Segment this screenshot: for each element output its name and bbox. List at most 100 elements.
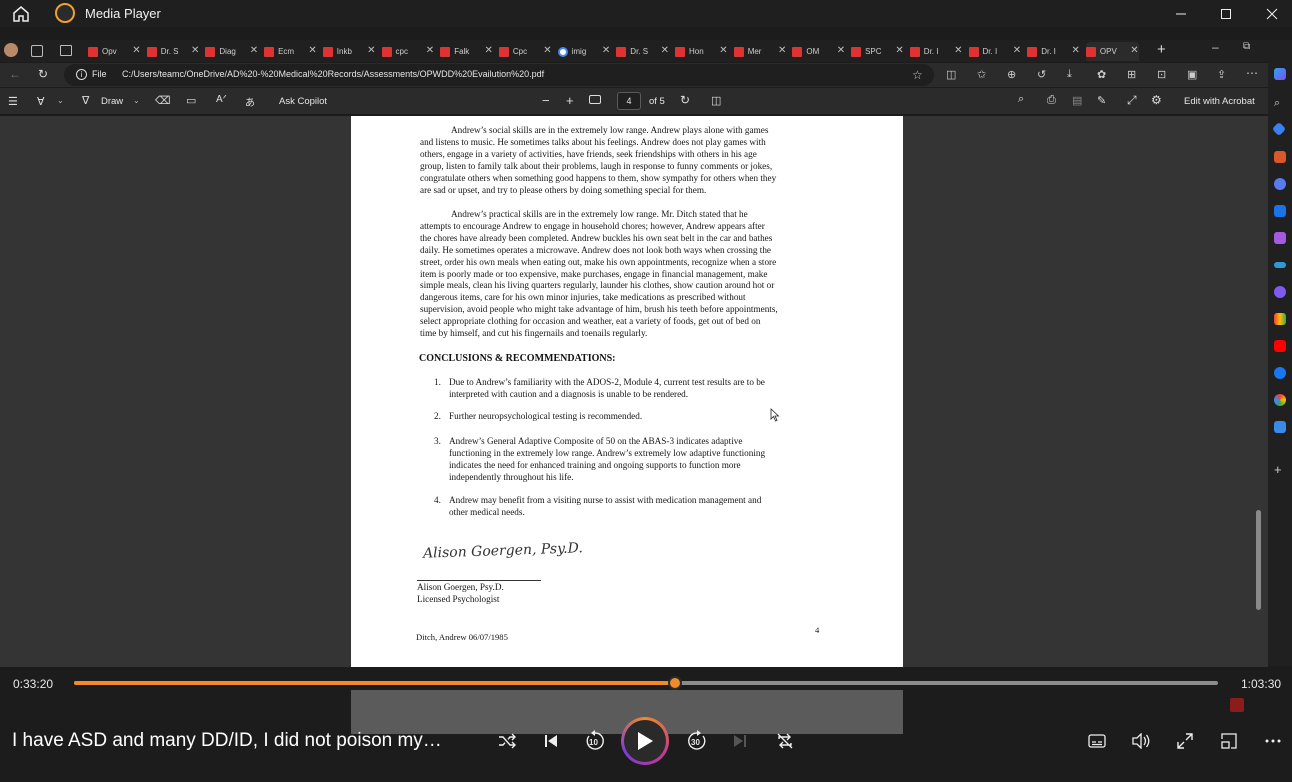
close-tab-icon[interactable]: ✕ [837, 45, 845, 56]
browser-tab[interactable]: SPC ✕ [851, 42, 904, 61]
browser-tab[interactable]: Opv ✕ [88, 42, 141, 61]
save-icon[interactable]: ▤ [1072, 94, 1082, 107]
browser-restore-button[interactable]: ⧉ [1243, 41, 1250, 52]
game-icon[interactable] [1274, 178, 1286, 190]
close-tab-icon[interactable]: ✕ [250, 45, 258, 56]
minimize-button[interactable] [1158, 0, 1204, 27]
new-tab-button[interactable]: + [1157, 41, 1166, 58]
highlight-icon[interactable]: ∀ [37, 95, 45, 108]
translate-icon[interactable]: あ [245, 94, 255, 109]
close-tab-icon[interactable]: ✕ [661, 45, 669, 56]
fullscreen-expand-icon[interactable] [1173, 729, 1197, 753]
fullscreen-icon[interactable]: ⤢ [1127, 93, 1137, 108]
repeat-icon[interactable] [773, 729, 797, 753]
close-tab-icon[interactable]: ✕ [426, 45, 434, 56]
browser-essentials-icon[interactable]: ▣ [1187, 68, 1197, 81]
toolbox-icon[interactable] [1274, 151, 1286, 163]
page-view-icon[interactable]: ◫ [711, 94, 721, 107]
vertical-scrollbar[interactable] [1256, 510, 1261, 610]
highlight-dropdown-icon[interactable]: ⌄ [57, 96, 64, 105]
maximize-button[interactable] [1203, 0, 1249, 27]
print-icon[interactable]: ⎙ [1047, 94, 1056, 107]
ask-copilot-button[interactable]: Ask Copilot [279, 96, 327, 107]
fit-page-icon[interactable] [589, 95, 601, 104]
screenshot-icon[interactable]: ⊡ [1157, 68, 1166, 81]
browser-tab[interactable]: Inkb ✕ [322, 42, 375, 61]
browser-minimize-button[interactable]: – [1212, 40, 1219, 54]
close-tab-icon[interactable]: ✕ [367, 45, 375, 56]
eraser-icon[interactable]: ⌫ [155, 94, 171, 107]
more-menu-icon[interactable]: ⋯ [1246, 66, 1258, 80]
more-options-icon[interactable] [1261, 729, 1285, 753]
draw-button[interactable]: Draw [101, 96, 123, 107]
next-icon[interactable] [728, 729, 752, 753]
apps-icon[interactable]: ⊞ [1127, 68, 1136, 81]
browser-tab[interactable]: Diag ✕ [205, 42, 258, 61]
browser-tab[interactable]: Dr. S ✕ [146, 42, 199, 61]
play-button[interactable] [621, 717, 669, 765]
facebook-icon[interactable] [1274, 367, 1286, 379]
close-tab-icon[interactable]: ✕ [132, 45, 140, 56]
contents-icon[interactable]: ☰ [8, 95, 18, 108]
browser-tab[interactable]: cpc ✕ [381, 42, 434, 61]
browser-tab[interactable]: Falk ✕ [440, 42, 493, 61]
browser-tab[interactable]: Dr. I ✕ [1027, 42, 1080, 61]
close-tab-icon[interactable]: ✕ [1013, 45, 1021, 56]
favorites-icon[interactable]: ✩ [977, 68, 986, 81]
browser-tab[interactable]: Dr. S ✕ [616, 42, 669, 61]
zoom-out-button[interactable]: − [542, 93, 550, 108]
messenger-icon[interactable] [1274, 286, 1286, 298]
browser-tab[interactable]: OPV ✕ [1085, 42, 1139, 61]
close-tab-icon[interactable]: ✕ [484, 45, 492, 56]
sidebar-search-icon[interactable]: ⌕ [1274, 97, 1280, 110]
search-icon[interactable]: ⌕ [1018, 93, 1024, 106]
google-icon[interactable] [1274, 394, 1286, 406]
mini-player-icon[interactable] [1217, 729, 1241, 753]
favorite-star-icon[interactable]: ☆ [912, 68, 923, 82]
close-tab-icon[interactable]: ✕ [602, 45, 610, 56]
skip-forward-button[interactable]: 30 [685, 729, 709, 753]
draw-icon[interactable]: ∇ [82, 94, 89, 107]
browser-tab[interactable]: Dr. I ✕ [968, 42, 1021, 61]
copilot-icon[interactable] [1274, 68, 1286, 80]
outlook-icon[interactable] [1274, 205, 1286, 217]
edit-with-acrobat-button[interactable]: Edit with Acrobat [1184, 96, 1255, 107]
designer-icon[interactable] [1274, 232, 1286, 244]
workspaces-icon[interactable] [31, 45, 43, 57]
gmail-icon[interactable] [1274, 313, 1286, 325]
zoom-in-button[interactable]: + [566, 93, 574, 108]
browser-tab[interactable]: Ecm ✕ [264, 42, 317, 61]
close-tab-icon[interactable]: ✕ [1130, 45, 1138, 56]
skip-back-button[interactable]: 10 [583, 729, 607, 753]
browser-tab[interactable]: Cpc ✕ [498, 42, 552, 61]
sidebar-add-icon[interactable]: + [1274, 462, 1282, 477]
calendar-icon[interactable] [1274, 421, 1286, 433]
back-icon[interactable]: ← [9, 67, 21, 81]
previous-icon[interactable] [539, 729, 563, 753]
close-tab-icon[interactable]: ✕ [191, 45, 199, 56]
share-icon[interactable]: ⇪ [1217, 68, 1226, 81]
close-tab-icon[interactable]: ✕ [778, 45, 786, 56]
close-tab-icon[interactable]: ✕ [308, 45, 316, 56]
home-icon[interactable] [12, 5, 30, 23]
browser-tab[interactable]: Hon ✕ [675, 42, 728, 61]
split-screen-icon[interactable]: ◫ [946, 68, 956, 81]
read-aloud-icon[interactable]: Aᐟ [216, 94, 227, 105]
tab-actions-icon[interactable] [60, 45, 72, 56]
captions-icon[interactable] [1085, 729, 1109, 753]
browser-tab[interactable]: imig ✕ [557, 42, 610, 61]
settings-gear-icon[interactable]: ⚙ [1151, 93, 1162, 107]
draw-dropdown-icon[interactable]: ⌄ [133, 96, 140, 105]
downloads-icon[interactable]: ⤓ [1067, 68, 1072, 81]
acrobat-icon[interactable] [1230, 698, 1244, 712]
history-icon[interactable]: ↺ [1037, 68, 1046, 81]
browser-tab[interactable]: OM ✕ [792, 42, 845, 61]
browser-tab[interactable]: Mer ✕ [733, 42, 786, 61]
close-tab-icon[interactable]: ✕ [543, 45, 551, 56]
close-tab-icon[interactable]: ✕ [1071, 45, 1079, 56]
rotate-icon[interactable]: ↻ [680, 93, 690, 107]
close-button[interactable] [1249, 0, 1292, 27]
close-tab-icon[interactable]: ✕ [954, 45, 962, 56]
tag-icon[interactable] [1271, 121, 1287, 137]
seek-bar[interactable] [74, 676, 1218, 690]
